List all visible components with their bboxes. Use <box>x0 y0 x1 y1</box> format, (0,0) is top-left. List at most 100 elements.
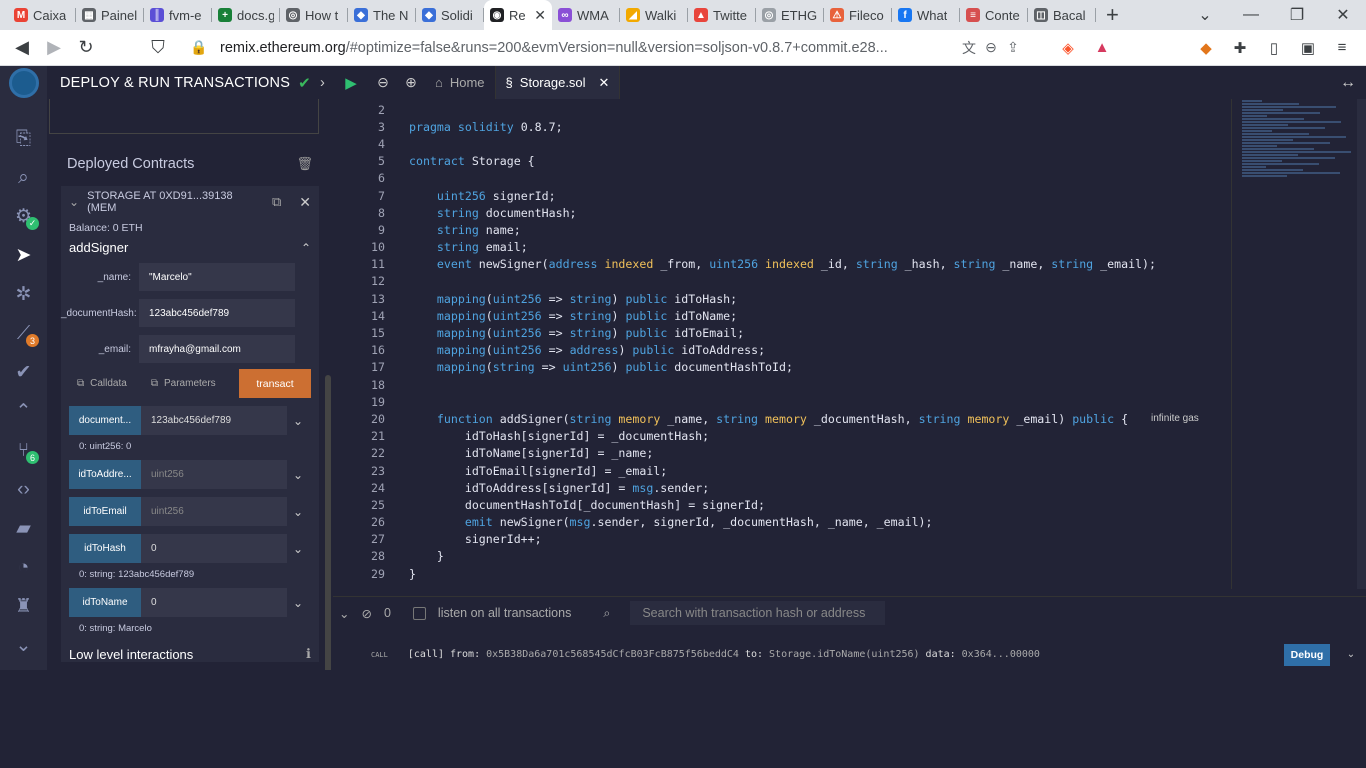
analysis-icon[interactable]: ⟋ 3 <box>0 314 47 353</box>
tab-home[interactable]: ⌂ Home <box>425 66 496 99</box>
zoom-in-icon[interactable]: ⊕ <box>397 74 425 91</box>
browser-tab[interactable]: ⚠ Fileco <box>824 0 892 30</box>
tab-search-icon[interactable]: ⌄ <box>1182 5 1228 25</box>
expand-log-icon[interactable]: ⌄ <box>1336 649 1366 660</box>
parameters-button[interactable]: Parameters <box>164 378 216 389</box>
lock-icon[interactable]: 🔒 <box>188 39 210 56</box>
instance-header[interactable]: ⌄ STORAGE AT 0XD91...39138 (MEM ⧉ ✕ <box>61 186 319 218</box>
debug-button[interactable]: Debug <box>1284 643 1330 666</box>
getter-input[interactable]: uint256 <box>141 497 287 526</box>
browser-tab[interactable]: ∞ WMA <box>552 0 620 30</box>
param-document-hash-input[interactable]: 123abc456def789 <box>139 299 295 327</box>
back-button[interactable]: ◀ <box>6 37 38 58</box>
browser-tab[interactable]: ◆ Solidi <box>416 0 484 30</box>
browser-tab[interactable]: ║ fvm-e <box>144 0 212 30</box>
remove-instance-icon[interactable]: ✕ <box>299 194 311 211</box>
remix-logo[interactable] <box>0 66 47 99</box>
unit-test-icon[interactable]: ✔ <box>0 353 47 392</box>
plugin-manager-icon[interactable]: ♜ <box>0 587 47 626</box>
menu-icon[interactable]: ≡ <box>1328 39 1356 56</box>
minimize-button[interactable]: — <box>1228 6 1274 24</box>
address-bar[interactable]: 🔒 remix.ethereum.org/#optimize=false&run… <box>188 39 958 56</box>
brave-shield-icon[interactable]: ◈ <box>1054 39 1082 57</box>
chevron-down-icon[interactable]: ⌄ <box>293 468 303 482</box>
browser-tab[interactable]: ◎ How t <box>280 0 348 30</box>
debugger-icon[interactable]: ✲ <box>0 275 47 314</box>
chevron-down-icon[interactable]: ⌄ <box>293 414 303 428</box>
collapse-chevron-icon[interactable]: ⌄ <box>69 195 79 209</box>
browser-tab[interactable]: ◢ Walki <box>620 0 688 30</box>
chevron-down-icon[interactable]: ⌄ <box>293 542 303 556</box>
sidebar-icon[interactable]: ▯ <box>1260 39 1288 57</box>
metamask-icon[interactable]: ◆ <box>1192 39 1220 57</box>
clear-terminal-icon[interactable]: ⊘ <box>361 606 371 621</box>
param-name-input[interactable]: "Marcelo" <box>139 263 295 291</box>
close-tab-icon[interactable]: ✕ <box>534 7 546 24</box>
translate-icon[interactable]: 文 <box>958 38 980 58</box>
box-icon[interactable]: ▰ <box>0 509 47 548</box>
chevron-up-icon[interactable]: ⌃ <box>0 392 47 431</box>
param-email-input[interactable]: mfrayha@gmail.com <box>139 335 295 363</box>
listen-checkbox[interactable] <box>412 606 426 620</box>
tab-storage-sol[interactable]: § Storage.sol ✕ <box>495 66 621 99</box>
terminal-search-input[interactable]: Search with transaction hash or address <box>630 601 886 625</box>
collapse-terminal-icon[interactable]: ⌄ <box>339 606 349 621</box>
chevron-up-icon[interactable]: ⌃ <box>301 241 311 255</box>
close-window-button[interactable]: ✕ <box>1320 5 1366 25</box>
browser-tab[interactable]: ◎ ETHGl <box>756 0 824 30</box>
browser-tab[interactable]: ▲ Twitte <box>688 0 756 30</box>
browser-tab[interactable]: ◫ Bacal <box>1028 0 1096 30</box>
restore-button[interactable]: ❐ <box>1274 5 1320 25</box>
browser-tab[interactable]: + docs.g <box>212 0 280 30</box>
calldata-button[interactable]: Calldata <box>90 378 127 389</box>
getter-button[interactable]: idToName <box>69 588 141 617</box>
getter-button[interactable]: idToHash <box>69 534 141 563</box>
code-area[interactable]: 2 3 pragma solidity 0.8.7; 4 5 contract Stora… <box>333 99 1231 589</box>
git-icon[interactable]: ⑂ 6 <box>0 431 47 470</box>
search-icon[interactable]: ⌕ <box>0 158 47 197</box>
share-icon[interactable]: ⇪ <box>1002 39 1024 56</box>
info-icon[interactable]: ℹ <box>306 646 311 662</box>
getter-button[interactable]: idToEmail <box>69 497 141 526</box>
browser-tab[interactable]: ◉ Re ✕ <box>484 0 552 30</box>
extensions-icon[interactable]: ✚ <box>1226 39 1254 57</box>
chevron-down-icon[interactable]: ⌄ <box>293 596 303 610</box>
browser-tab[interactable]: ≡ Conte <box>960 0 1028 30</box>
browser-tab[interactable]: M Caixa <box>8 0 76 30</box>
zoom-icon[interactable]: ⊖ <box>980 39 1002 56</box>
expand-icon[interactable]: ↔ <box>1340 74 1356 92</box>
panel-scrollbar[interactable] <box>325 375 331 670</box>
editor-scrollbar[interactable] <box>1357 99 1366 589</box>
run-script-icon[interactable]: ▶ <box>333 74 369 92</box>
copy-icon[interactable]: ⧉ <box>151 378 158 389</box>
code-icon[interactable]: ‹› <box>0 470 47 509</box>
bookmark-icon[interactable]: ⛉ <box>142 37 174 58</box>
browser-tab[interactable]: ▦ Painel <box>76 0 144 30</box>
minimap[interactable] <box>1231 99 1357 589</box>
getter-button[interactable]: document... <box>69 406 141 435</box>
wallet-icon[interactable]: ▣ <box>1294 39 1322 57</box>
brave-rewards-icon[interactable]: ▲ <box>1088 39 1116 56</box>
copy-icon[interactable]: ⧉ <box>77 378 84 389</box>
getter-input[interactable]: uint256 <box>141 460 287 489</box>
browser-tab[interactable]: ◆ The N <box>348 0 416 30</box>
reload-button[interactable]: ↻ <box>70 37 102 58</box>
transact-button[interactable]: transact <box>239 369 311 398</box>
getter-input[interactable]: 123abc456def789 <box>141 406 287 435</box>
chevron-down-icon[interactable]: ⌄ <box>293 505 303 519</box>
browser-tab[interactable]: f What <box>892 0 960 30</box>
gauge-icon[interactable]: ◔ <box>0 548 47 587</box>
chevron-down-icon[interactable]: ⌄ <box>0 626 47 665</box>
solidity-compiler-icon[interactable]: ⚙ ✓ <box>0 197 47 236</box>
trash-icon[interactable]: 🗑 <box>296 156 313 172</box>
copy-icon[interactable]: ⧉ <box>272 194 281 210</box>
chevron-right-icon[interactable]: › <box>320 75 325 91</box>
zoom-out-icon[interactable]: ⊖ <box>369 74 397 91</box>
new-tab-button[interactable]: + <box>1106 2 1126 28</box>
getter-input[interactable]: 0 <box>141 588 287 617</box>
close-tab-icon[interactable]: ✕ <box>599 75 610 91</box>
forward-button[interactable]: ▶ <box>38 37 70 58</box>
getter-input[interactable]: 0 <box>141 534 287 563</box>
getter-button[interactable]: idToAddre... <box>69 460 141 489</box>
file-explorer-icon[interactable]: ⎘ <box>0 119 47 158</box>
